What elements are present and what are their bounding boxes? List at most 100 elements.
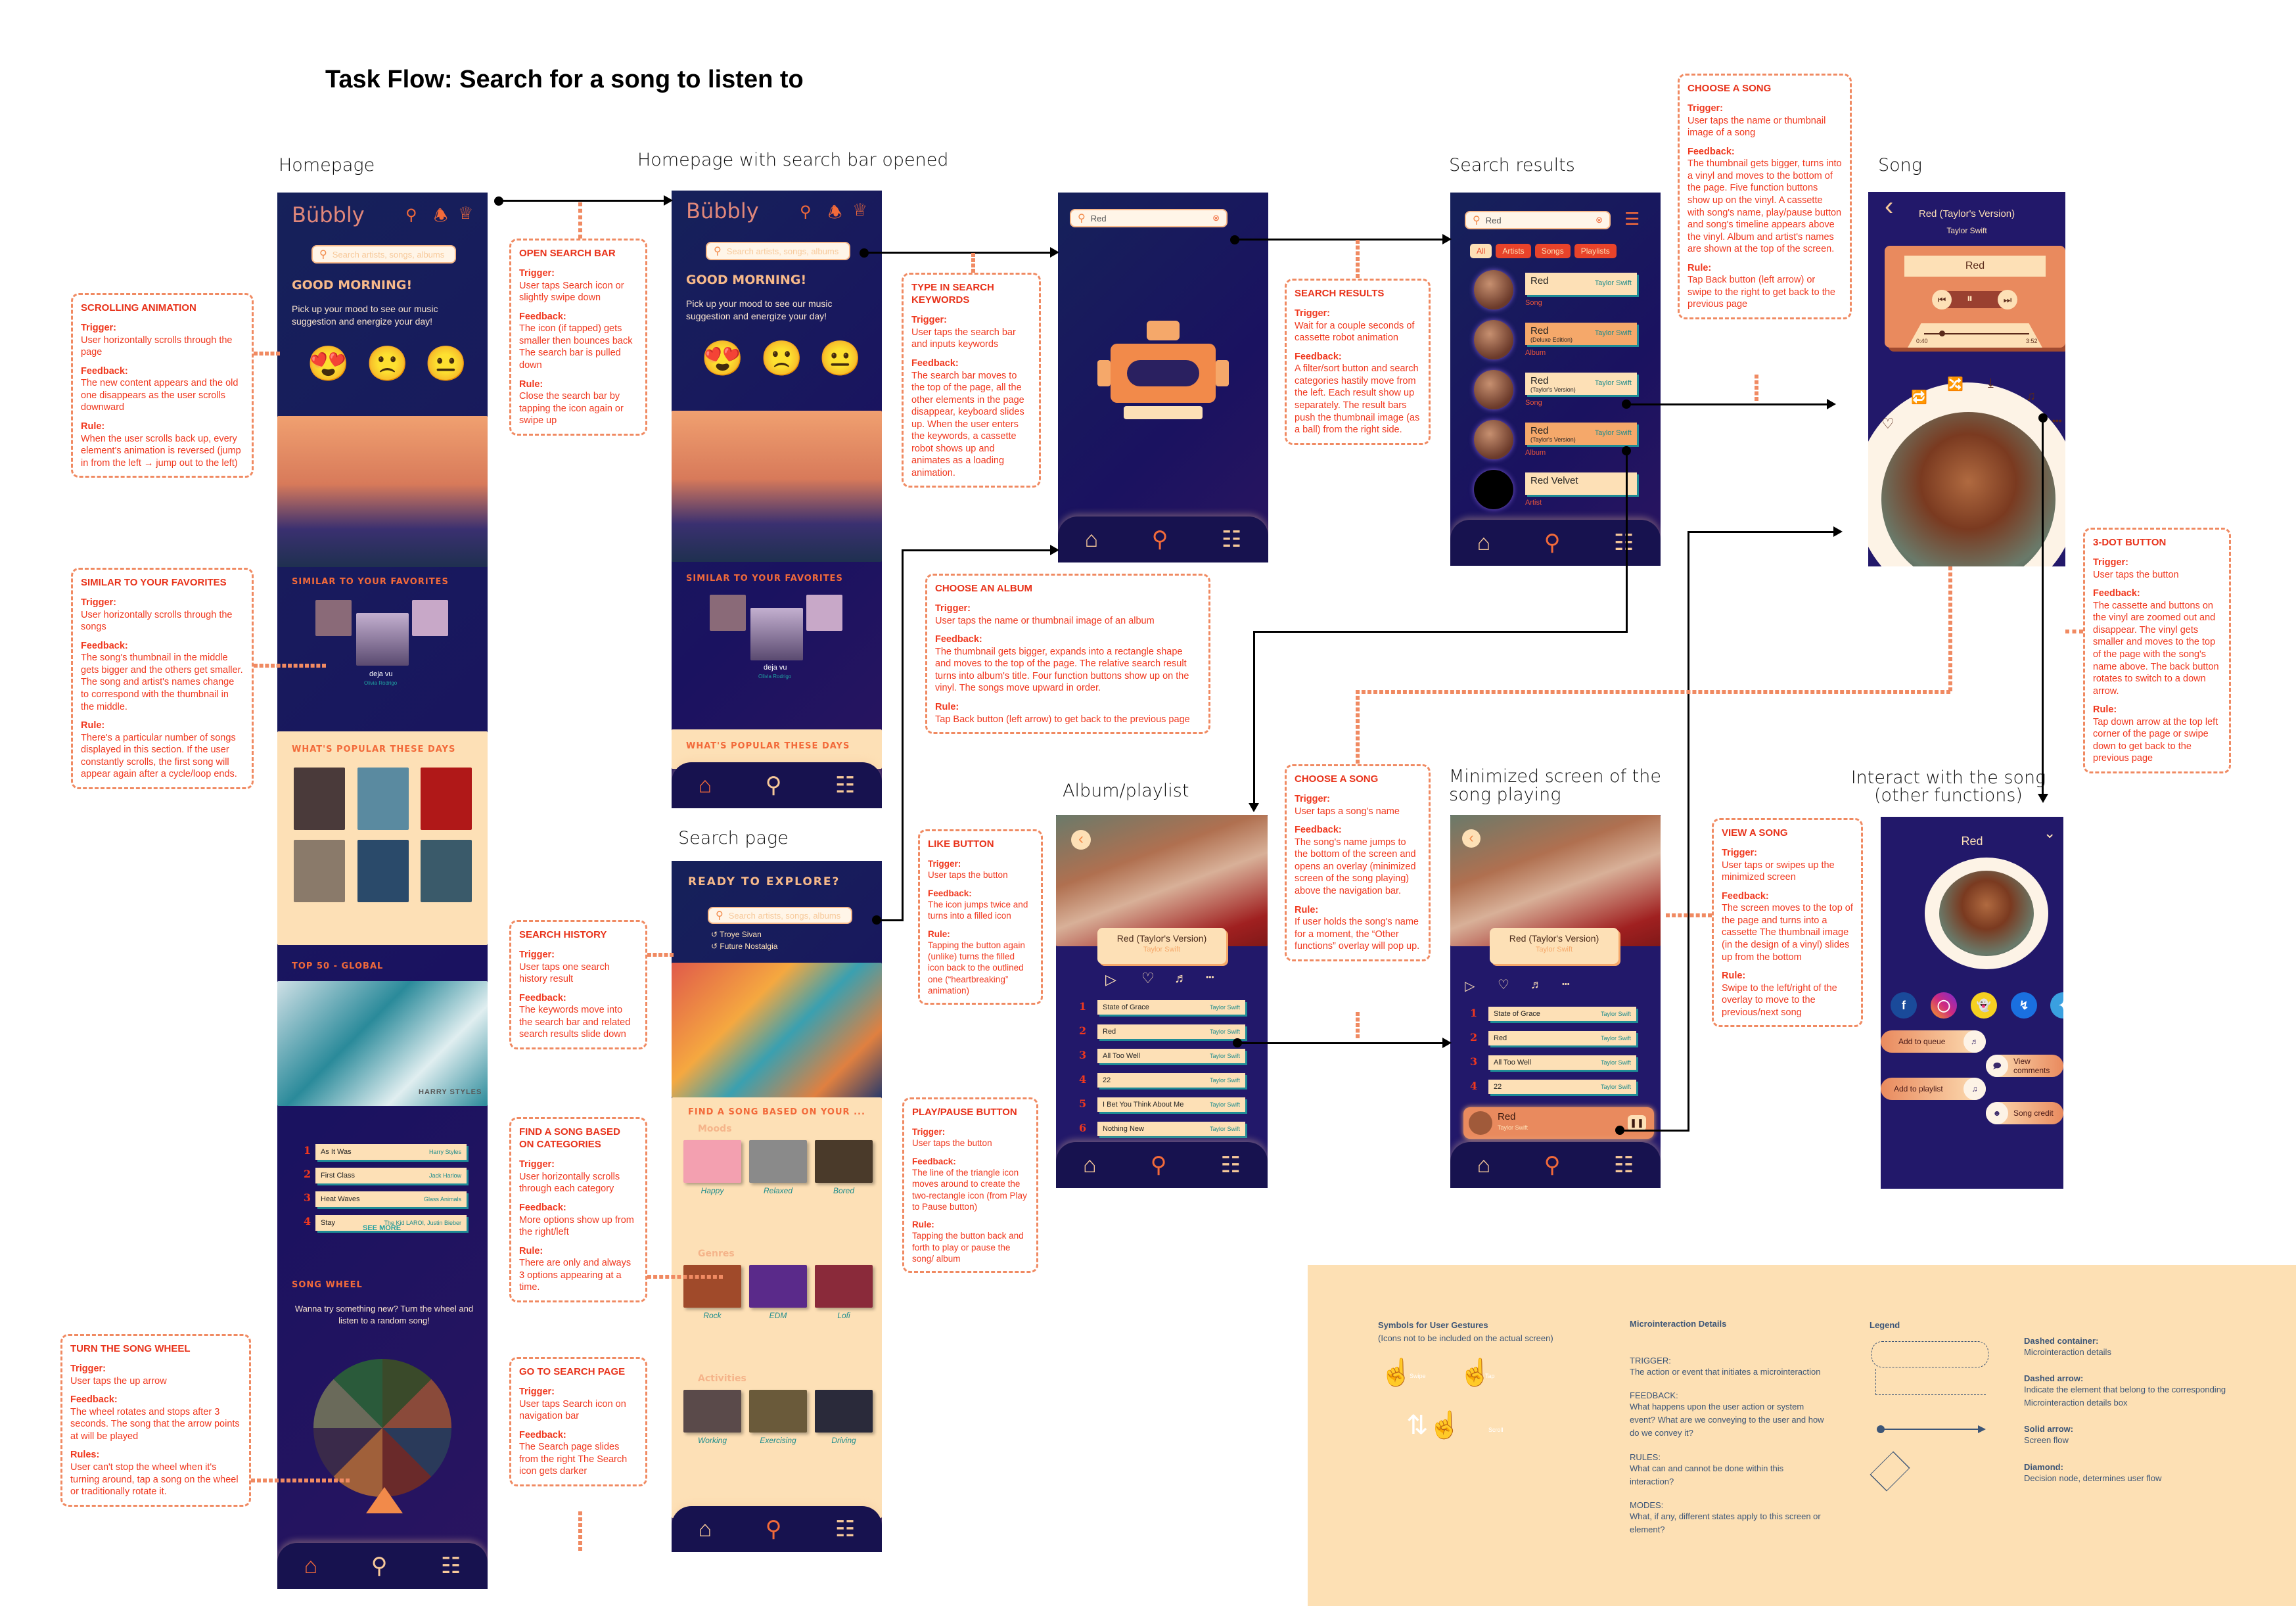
category-label[interactable]: Bored xyxy=(815,1186,873,1195)
category-thumb-exercising[interactable] xyxy=(749,1390,807,1433)
history-item[interactable]: ↺ Future Nostalgia xyxy=(711,942,777,951)
mood-sad-emoji[interactable]: 🙁 xyxy=(366,344,409,384)
popular-thumb[interactable] xyxy=(294,840,345,902)
grid-icon[interactable]: ☷ xyxy=(1220,1152,1240,1178)
filter-sort-icon[interactable]: ☰ xyxy=(1624,209,1640,229)
track-row[interactable]: Red Taylor Swift xyxy=(1097,1024,1245,1039)
search-icon[interactable]: ⚲ xyxy=(1152,526,1168,553)
search-icon[interactable]: ⚲ xyxy=(1544,1152,1561,1178)
heart-icon[interactable]: ♡ xyxy=(1498,976,1509,993)
shuffle-icon[interactable]: 🔀 xyxy=(1947,376,1963,392)
top50-banner[interactable] xyxy=(277,981,488,1106)
search-icon[interactable]: ⚲ xyxy=(371,1553,388,1579)
grid-icon[interactable]: ☷ xyxy=(1222,526,1241,553)
twitter-icon[interactable]: ✦ xyxy=(2050,992,2063,1019)
grid-icon[interactable]: ☷ xyxy=(835,1516,855,1542)
category-thumb-happy[interactable] xyxy=(683,1140,741,1183)
category-thumb-working[interactable] xyxy=(683,1390,741,1433)
bell-icon[interactable]: 🕭 xyxy=(828,201,842,228)
song-credit-button[interactable]: ☻ Song credit xyxy=(1986,1102,2063,1124)
track-row[interactable]: All Too Well Taylor Swift xyxy=(1488,1055,1636,1070)
add-to-queue-button[interactable]: Add to queue ♬ xyxy=(1881,1030,1986,1053)
instagram-icon[interactable]: ◯ xyxy=(1931,992,1957,1019)
home-icon[interactable]: ⌂ xyxy=(1477,530,1491,556)
home-icon[interactable]: ⌂ xyxy=(1477,1153,1491,1178)
track-row[interactable]: 22 Taylor Swift xyxy=(1488,1080,1636,1094)
category-thumb-rock[interactable] xyxy=(683,1265,741,1308)
track-row[interactable]: I Bet You Think About Me Taylor Swift xyxy=(1097,1097,1245,1112)
crown-icon[interactable]: ♕ xyxy=(852,200,867,220)
play-icon[interactable]: ▷ xyxy=(1465,978,1475,994)
similar-thumb-left[interactable] xyxy=(710,595,746,631)
track-row[interactable]: State of Grace Taylor Swift xyxy=(1488,1007,1636,1021)
popular-thumb[interactable] xyxy=(357,840,409,902)
category-thumb-bored[interactable] xyxy=(815,1140,873,1183)
download-icon[interactable]: ⤓ xyxy=(1988,376,1994,391)
result-bar[interactable]: Red (Taylor's Version) Taylor Swift xyxy=(1525,423,1637,445)
result-bar[interactable]: Red Taylor Swift xyxy=(1525,273,1637,295)
result-row[interactable]: Red Velvet Artist xyxy=(1474,470,1637,516)
mood-happy-emoji[interactable]: 😍 xyxy=(307,344,350,384)
result-thumbnail[interactable] xyxy=(1474,370,1513,409)
grid-icon[interactable]: ☷ xyxy=(1614,1152,1634,1178)
result-thumbnail[interactable] xyxy=(1474,470,1513,509)
messenger-icon[interactable]: ↯ xyxy=(2011,992,2037,1019)
pause-button[interactable]: ⏸ xyxy=(1967,292,1973,306)
wheel-up-arrow-button[interactable] xyxy=(366,1487,403,1513)
clear-icon[interactable]: ⊗ xyxy=(1212,213,1220,223)
result-thumbnail[interactable] xyxy=(1474,270,1513,310)
popular-thumb[interactable] xyxy=(357,768,409,830)
filter-chip-playlists[interactable]: Playlists xyxy=(1574,244,1617,258)
result-thumbnail[interactable] xyxy=(1474,420,1513,459)
similar-thumb-left[interactable] xyxy=(315,600,352,636)
mood-neutral-emoji[interactable]: 😐 xyxy=(425,344,467,384)
more-options-icon[interactable]: ••• xyxy=(1562,980,1570,988)
add-to-playlist-button[interactable]: Add to playlist ♫ xyxy=(1881,1078,1986,1100)
view-comments-button[interactable]: 🗩 View comments xyxy=(1986,1055,2063,1077)
similar-thumb-center[interactable] xyxy=(356,613,409,666)
search-icon[interactable]: ⚲ xyxy=(1544,530,1561,556)
result-row[interactable]: Red Taylor Swift Song xyxy=(1474,270,1637,316)
category-thumb-relaxed[interactable] xyxy=(749,1140,807,1183)
home-icon[interactable]: ⌂ xyxy=(699,1517,712,1542)
popular-thumb[interactable] xyxy=(421,768,472,830)
search-bar[interactable]: ⚲ Red ⊗ xyxy=(1465,211,1611,229)
more-options-icon[interactable]: ••• xyxy=(1206,973,1214,982)
track-row[interactable]: Nothing New Taylor Swift xyxy=(1097,1122,1245,1136)
repeat-icon[interactable]: 🔁 xyxy=(1911,389,1927,405)
see-more-link[interactable]: SEE MORE xyxy=(363,1224,401,1232)
category-thumb-edm[interactable] xyxy=(749,1265,807,1308)
result-row[interactable]: Red (Deluxe Edition) Taylor Swift Album xyxy=(1474,320,1637,366)
search-icon[interactable]: ⚲ xyxy=(405,206,417,225)
track-row[interactable]: 22 Taylor Swift xyxy=(1097,1073,1245,1088)
category-thumb-driving[interactable] xyxy=(815,1390,873,1433)
back-button[interactable]: ‹ xyxy=(1071,830,1091,850)
crown-icon[interactable]: ♕ xyxy=(458,203,473,223)
search-bar[interactable]: ⚲ Search artists, songs, albums xyxy=(311,245,456,264)
home-icon[interactable]: ⌂ xyxy=(1083,1153,1097,1178)
clear-icon[interactable]: ⊗ xyxy=(1596,215,1603,225)
category-label[interactable]: Lofi xyxy=(815,1311,873,1320)
search-bar[interactable]: ⚲ Search artists, songs, albums xyxy=(706,242,850,260)
category-thumb-lofi[interactable] xyxy=(815,1265,873,1308)
result-bar[interactable]: Red (Deluxe Edition) Taylor Swift xyxy=(1525,323,1637,345)
category-label[interactable]: Working xyxy=(683,1436,741,1445)
similar-thumb-right[interactable] xyxy=(806,595,842,631)
filter-chip-all[interactable]: All xyxy=(1470,244,1492,258)
bell-icon[interactable]: 🕭 xyxy=(434,204,448,231)
more-options-icon[interactable]: ••• xyxy=(2052,415,2062,426)
down-arrow-icon[interactable]: ⌄ xyxy=(2044,825,2055,842)
result-bar[interactable]: Red (Taylor's Version) Taylor Swift xyxy=(1525,373,1637,395)
now-playing-bar[interactable]: Red Taylor Swift ❚❚ xyxy=(1463,1107,1654,1139)
popular-thumb[interactable] xyxy=(421,840,472,902)
category-label[interactable]: Rock xyxy=(683,1311,741,1320)
snapchat-icon[interactable]: 👻 xyxy=(1971,992,1997,1019)
grid-icon[interactable]: ☷ xyxy=(1614,530,1634,556)
song-wheel[interactable] xyxy=(313,1359,451,1497)
mood-happy-emoji[interactable]: 😍 xyxy=(701,338,744,379)
top50-row[interactable]: Heat Waves Glass Animals xyxy=(315,1191,467,1207)
search-icon[interactable]: ⚲ xyxy=(800,202,812,221)
pause-button[interactable]: ❚❚ xyxy=(1628,1115,1646,1131)
play-icon[interactable]: ▷ xyxy=(1105,971,1116,988)
home-icon[interactable]: ⌂ xyxy=(1085,527,1099,553)
